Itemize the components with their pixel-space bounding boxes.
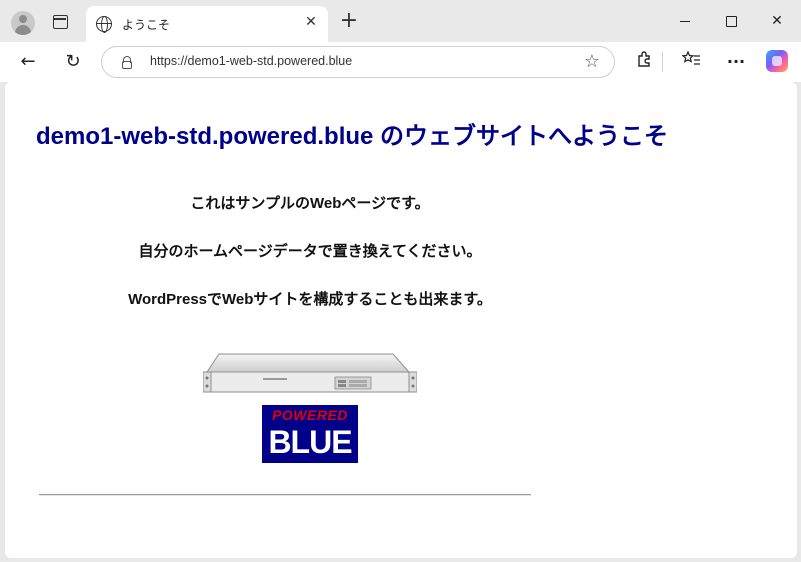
toolbar-separator (662, 52, 663, 72)
tab-actions-icon[interactable] (53, 15, 68, 29)
back-button[interactable]: ← (16, 50, 40, 74)
more-icon[interactable]: ··· (724, 50, 748, 74)
horizontal-rule (39, 494, 531, 496)
avatar-body (15, 25, 31, 35)
url-text[interactable]: https://demo1-web-std.powered.blue (150, 54, 352, 68)
avatar-head (19, 15, 27, 23)
refresh-button[interactable]: ↻ (61, 50, 85, 74)
address-bar[interactable]: https://demo1-web-std.powered.blue ☆ (101, 46, 615, 78)
intro-text: これはサンプルのWebページです。 (190, 195, 430, 212)
replace-text: 自分のホームページデータで置き換えてください。 (138, 243, 482, 260)
copilot-icon[interactable] (766, 50, 788, 72)
wordpress-text: WordPressでWebサイトを構成することも出来ます。 (128, 291, 492, 308)
star-icon[interactable]: ☆ (584, 51, 600, 72)
favorites-glyph (681, 50, 700, 65)
favorites-icon[interactable] (680, 50, 704, 74)
lock-body (122, 61, 132, 69)
logo-blue-text: BLUE (268, 424, 352, 460)
page-heading: demo1-web-std.powered.blue のウェブサイトへようこそ (36, 123, 669, 150)
new-tab-button[interactable]: + (338, 10, 360, 33)
globe-icon (96, 16, 112, 33)
lock-icon[interactable] (122, 56, 132, 69)
minimize-button[interactable] (670, 8, 700, 34)
extensions-icon[interactable] (632, 50, 656, 74)
close-window-button[interactable]: ✕ (762, 8, 792, 34)
logo-powered-text: POWERED (272, 407, 348, 423)
tab-close-button[interactable]: ✕ (302, 13, 320, 31)
profile-avatar[interactable] (11, 11, 35, 35)
tab-title: ようこそ (122, 18, 171, 32)
title-bar: ようこそ ✕ + ✕ (0, 0, 801, 42)
powered-blue-logo: POWERED BLUE (262, 405, 358, 463)
maximize-button[interactable] (716, 8, 746, 34)
browser-tab[interactable]: ようこそ ✕ (86, 6, 328, 42)
extensions-glyph (638, 51, 650, 67)
server-appliance-image (203, 353, 417, 393)
browser-toolbar: ← ↻ https://demo1-web-std.powered.blue ☆… (0, 42, 801, 82)
page-viewport: demo1-web-std.powered.blue のウェブサイトへようこそ … (5, 82, 797, 558)
